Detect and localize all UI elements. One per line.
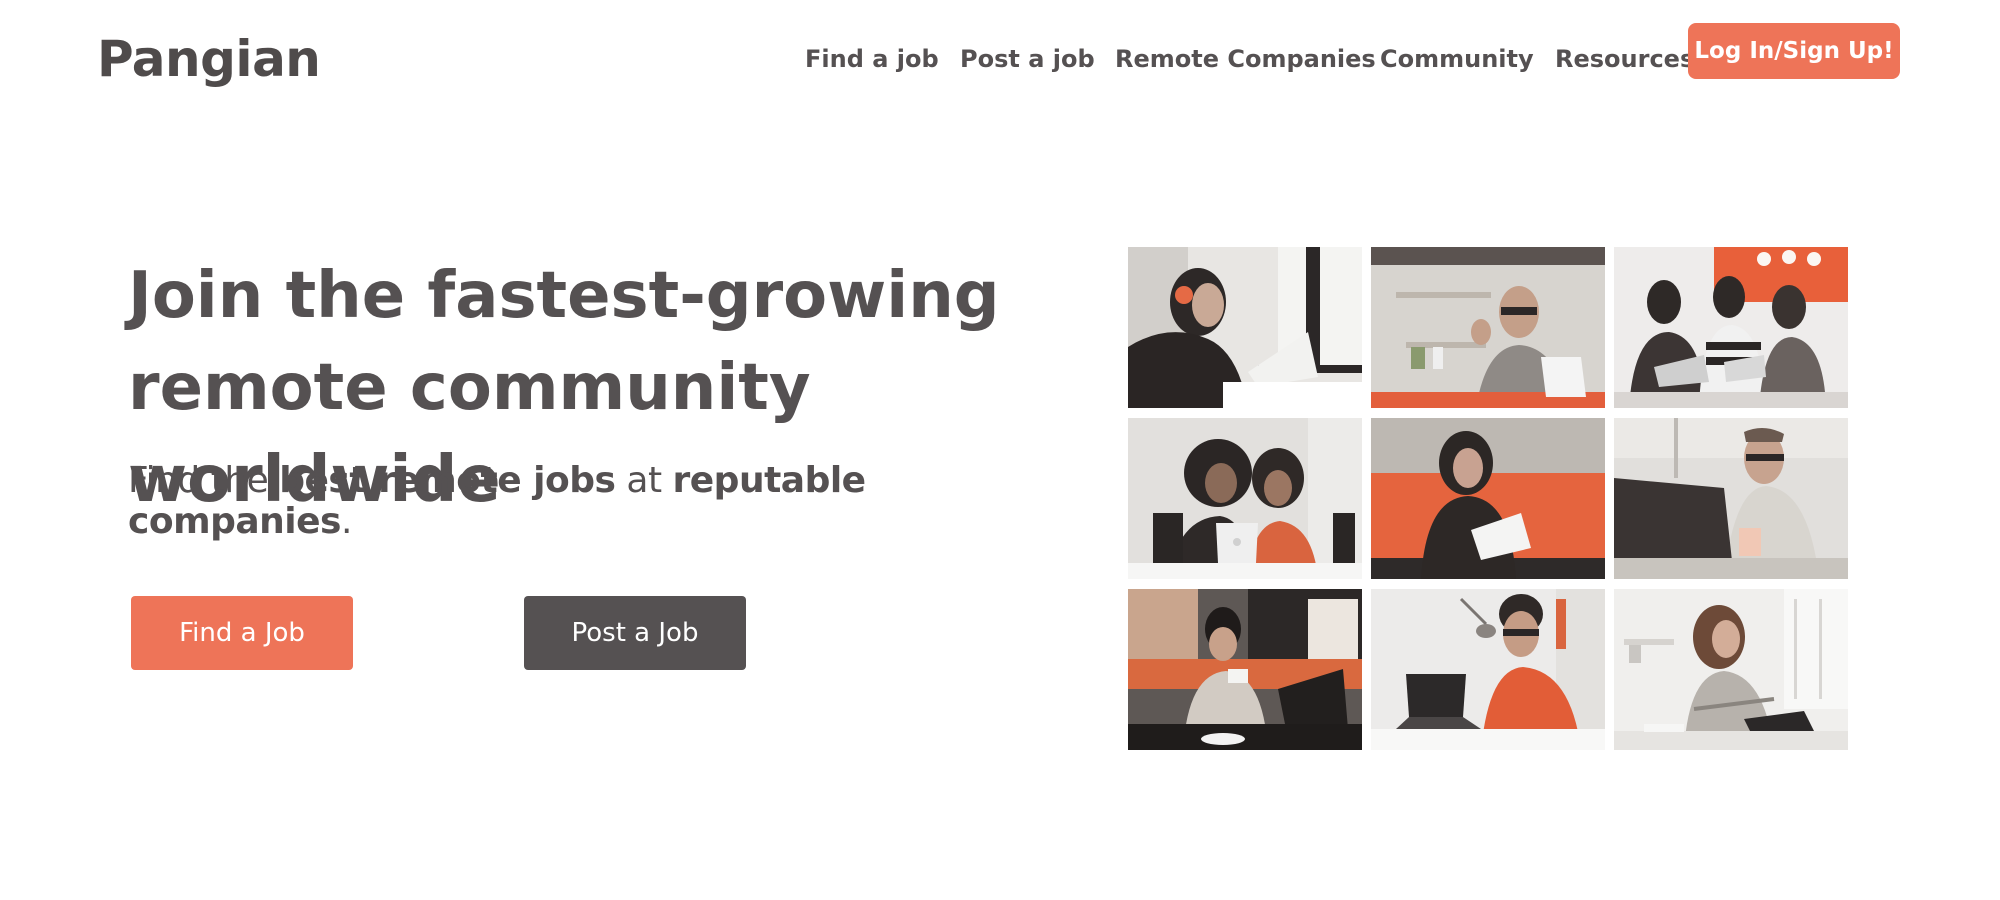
photo-grid — [1128, 247, 1848, 753]
sub-suffix: . — [340, 501, 352, 542]
nav-community[interactable]: Community — [1380, 45, 1534, 73]
photo-two-women — [1128, 418, 1362, 579]
nav-find-job[interactable]: Find a job — [805, 45, 939, 73]
login-signup-button[interactable]: Log In/Sign Up! — [1688, 23, 1900, 79]
sub-mid: at — [615, 460, 673, 501]
photo-woman-curly-hair — [1614, 589, 1848, 750]
sub-bold-jobs: best remote jobs — [279, 460, 616, 501]
photo-three-women — [1614, 247, 1848, 408]
nav-post-job[interactable]: Post a job — [960, 45, 1095, 73]
find-job-button[interactable]: Find a Job — [131, 596, 353, 670]
photo-woman-orange-couch — [1371, 418, 1605, 579]
photo-man-orange-shirt — [1371, 589, 1605, 750]
nav-remote-companies[interactable]: Remote Companies — [1115, 45, 1376, 73]
logo[interactable]: Pangian — [97, 30, 321, 88]
photo-man-waving — [1371, 247, 1605, 408]
headline-line-1: Join the fastest-growing — [128, 259, 1000, 333]
nav-resources[interactable]: Resources — [1555, 45, 1694, 73]
photo-man-glasses — [1614, 418, 1848, 579]
sub-prefix: Find the — [128, 460, 280, 501]
post-job-button[interactable]: Post a Job — [524, 596, 746, 670]
photo-woman-headphones — [1128, 247, 1362, 408]
landing-page: Pangian Find a job Post a job Remote Com… — [0, 0, 2000, 900]
photo-woman-cafe — [1128, 589, 1362, 750]
hero-subheading: Find the best remote jobs at reputable c… — [128, 460, 1088, 542]
